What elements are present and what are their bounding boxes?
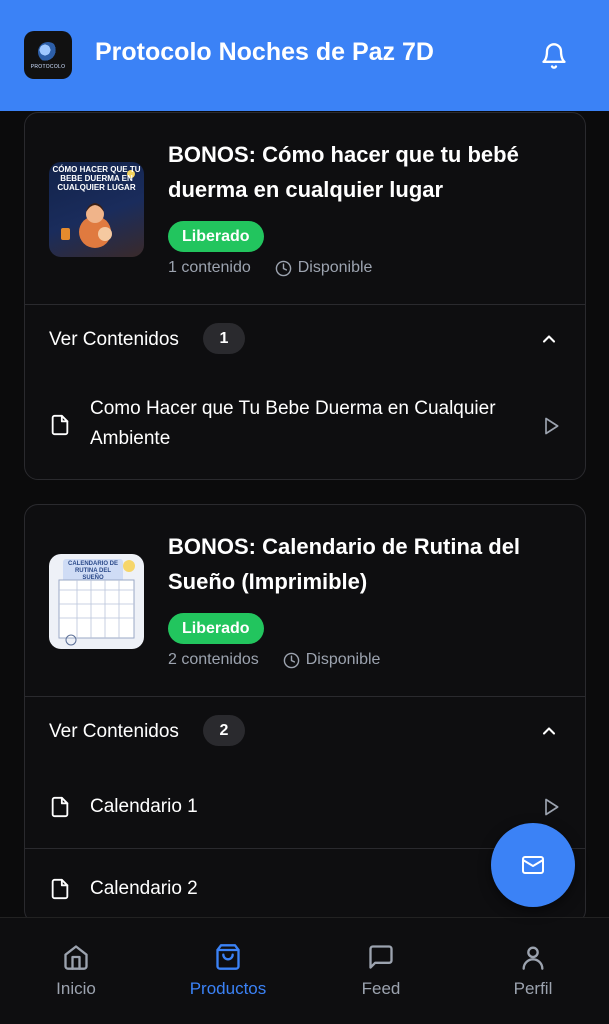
shopping-bag-icon xyxy=(216,944,240,970)
clock-icon xyxy=(283,652,300,668)
clock-icon xyxy=(275,260,292,276)
nav-label: Inicio xyxy=(56,979,96,998)
file-icon xyxy=(51,796,69,818)
bell-icon[interactable] xyxy=(540,42,568,70)
logo-text: PROTOCOLO xyxy=(30,64,66,70)
message-square-icon xyxy=(369,945,393,969)
content-item-label: Calendario 2 xyxy=(90,878,198,899)
product-thumbnail: CALENDARIO DE RUTINA DEL SUEÑO xyxy=(49,554,144,649)
nav-label: Perfil xyxy=(513,979,553,998)
availability-text: Disponible xyxy=(297,259,373,276)
view-contents-label: Ver Contenidos xyxy=(49,329,179,350)
nav-item-inicio[interactable]: Inicio xyxy=(0,918,152,1024)
nav-item-perfil[interactable]: Perfil xyxy=(457,918,609,1024)
product-list[interactable]: CÓMO HACER QUE TU BEBE DUERMA EN CUALQUI… xyxy=(0,111,609,917)
availability: Disponible xyxy=(275,259,373,277)
product-card-header[interactable]: CALENDARIO DE RUTINA DEL SUEÑO BONOS: Ca… xyxy=(25,505,585,697)
mail-icon xyxy=(522,856,544,874)
file-icon xyxy=(51,414,69,436)
contact-fab-button[interactable] xyxy=(491,823,575,907)
content-item[interactable]: Como Hacer que Tu Bebe Duerma en Cualqui… xyxy=(25,373,585,479)
product-title: BONOS: Calendario de Rutina del Sueño (I… xyxy=(168,534,521,594)
top-app-bar: PROTOCOLO Protocolo Noches de Paz 7D xyxy=(0,0,609,111)
file-icon xyxy=(51,878,69,900)
availability-text: Disponible xyxy=(305,651,381,668)
nav-item-feed[interactable]: Feed xyxy=(305,918,457,1024)
product-title: BONOS: Cómo hacer que tu bebé duerma en … xyxy=(168,142,519,202)
chevron-up-icon[interactable] xyxy=(539,329,559,349)
user-icon xyxy=(522,946,544,970)
nav-item-productos[interactable]: Productos xyxy=(152,918,304,1024)
availability: Disponible xyxy=(283,651,381,669)
chevron-up-icon[interactable] xyxy=(539,721,559,741)
product-card: CÓMO HACER QUE TU BEBE DUERMA EN CUALQUI… xyxy=(24,112,586,480)
home-icon xyxy=(64,945,88,970)
play-icon[interactable] xyxy=(541,415,561,437)
app-screen: PROTOCOLO Protocolo Noches de Paz 7D CÓM… xyxy=(0,0,609,1024)
moon-logo-icon xyxy=(38,42,58,62)
content-item[interactable]: Calendario 1 xyxy=(25,765,585,848)
product-card-header[interactable]: CÓMO HACER QUE TU BEBE DUERMA EN CUALQUI… xyxy=(25,113,585,305)
nav-label: Feed xyxy=(361,979,401,998)
content-count: 2 contenidos xyxy=(168,651,259,668)
content-item-label: Calendario 1 xyxy=(90,796,198,817)
app-logo[interactable]: PROTOCOLO xyxy=(24,31,72,79)
play-icon[interactable] xyxy=(541,796,561,818)
thumbnail-caption: CÓMO HACER QUE TU BEBE DUERMA EN CUALQUI… xyxy=(52,165,141,192)
product-meta: 1 contenido Disponible xyxy=(168,259,372,277)
content-item-label: Como Hacer que Tu Bebe Duerma en Cualqui… xyxy=(90,398,496,449)
calendar-grid-illustration xyxy=(58,560,135,646)
content-count: 1 contenido xyxy=(168,259,251,276)
status-badge: Liberado xyxy=(168,613,264,644)
product-thumbnail: CÓMO HACER QUE TU BEBE DUERMA EN CUALQUI… xyxy=(49,162,144,257)
status-badge: Liberado xyxy=(168,221,264,252)
nav-label: Productos xyxy=(189,979,267,998)
view-contents-label: Ver Contenidos xyxy=(49,721,179,742)
view-contents-toggle[interactable]: Ver Contenidos 2 xyxy=(25,697,585,765)
product-meta: 2 contenidos Disponible xyxy=(168,651,380,669)
contents-count-badge: 1 xyxy=(203,323,245,354)
contents-count-badge: 2 xyxy=(203,715,245,746)
view-contents-toggle[interactable]: Ver Contenidos 1 xyxy=(25,305,585,373)
bottom-navigation: Inicio Productos Feed Perfil xyxy=(0,917,609,1024)
page-title: Protocolo Noches de Paz 7D xyxy=(95,38,434,66)
